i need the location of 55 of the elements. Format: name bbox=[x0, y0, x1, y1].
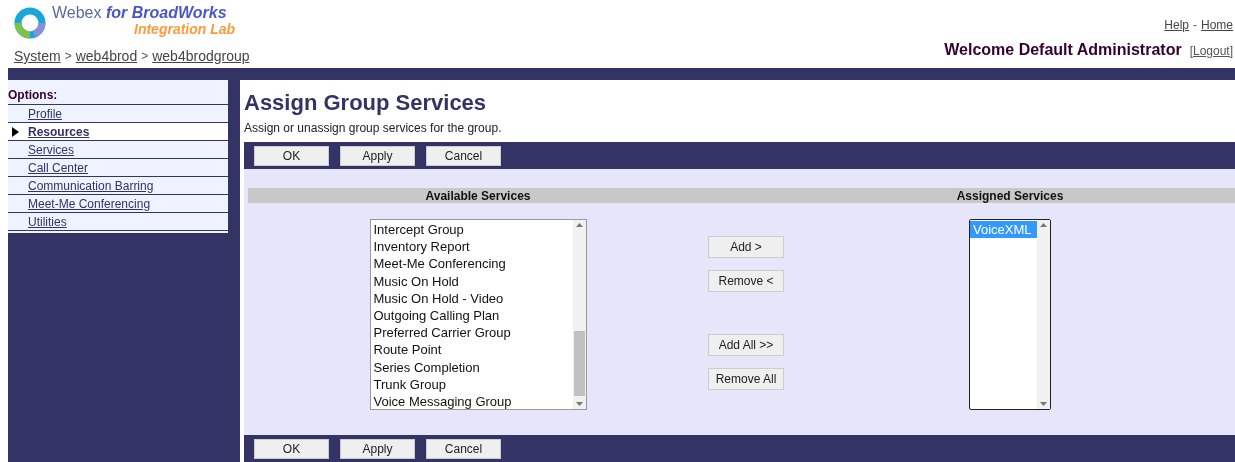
column-heading: Assigned Services bbox=[956, 188, 1064, 203]
action-button[interactable]: OK bbox=[254, 439, 329, 459]
scroll-up-icon[interactable] bbox=[1040, 223, 1047, 227]
action-button[interactable]: Apply bbox=[340, 439, 415, 459]
sidebar-link[interactable]: Call Center bbox=[28, 160, 89, 175]
page-description: Assign or unassign group services for the group. bbox=[244, 121, 503, 135]
move-button[interactable]: Remove < bbox=[708, 270, 784, 292]
welcome-text: Welcome Default Administrator bbox=[944, 41, 1182, 59]
brand-subtitle: Integration Lab bbox=[134, 21, 236, 38]
scroll-down-icon[interactable] bbox=[1040, 402, 1047, 406]
move-button[interactable]: Add > bbox=[708, 236, 784, 258]
sidebar-heading: Options: bbox=[8, 88, 228, 105]
breadcrumb-link[interactable]: web4brodgroup bbox=[152, 48, 250, 64]
list-option[interactable]: Trunk Group bbox=[370, 375, 573, 394]
action-button[interactable]: OK bbox=[254, 146, 329, 166]
sidebar-link[interactable]: Utilities bbox=[28, 214, 67, 229]
brand-name: Webex for BroadWorks bbox=[52, 4, 228, 21]
sidebar-link[interactable]: Profile bbox=[28, 106, 62, 121]
list-option[interactable]: Route Point bbox=[370, 341, 573, 359]
move-button[interactable]: Remove All bbox=[708, 368, 784, 390]
list-option[interactable]: Meet-Me Conferencing bbox=[370, 255, 573, 273]
list-option[interactable]: Preferred Carrier Group bbox=[370, 324, 573, 342]
scroll-down-icon[interactable] bbox=[575, 402, 583, 406]
page-title: Assign Group Services bbox=[244, 90, 488, 116]
logout-link[interactable]: [Logout] bbox=[1189, 44, 1233, 58]
list-option[interactable]: Series Completion bbox=[370, 358, 573, 376]
link-separator: - bbox=[1193, 18, 1197, 32]
list-option[interactable]: Intercept Group bbox=[370, 221, 573, 239]
header-link[interactable]: Home bbox=[1201, 18, 1233, 32]
header-link[interactable]: Help bbox=[1164, 18, 1189, 32]
list-box[interactable]: Intercept Group Inventory Report Meet-Me Conferencing Music On Hold Music On Hold - Video Outgoing Calling Plan Preferred Carrier Group Route Point Series Completion Trunk Group Voice Messaging Group bbox=[369, 219, 587, 410]
scrollbar[interactable] bbox=[1037, 220, 1050, 409]
breadcrumb-separator: > bbox=[64, 49, 72, 63]
list-option[interactable]: Music On Hold bbox=[370, 272, 573, 290]
list-option[interactable]: Voice Messaging Group bbox=[370, 393, 573, 411]
breadcrumb-separator: > bbox=[141, 49, 149, 63]
sidebar-link[interactable]: Communication Barring bbox=[28, 178, 154, 193]
breadcrumb-link[interactable]: System bbox=[14, 48, 61, 64]
list-option[interactable]: Inventory Report bbox=[370, 238, 573, 256]
action-button[interactable]: Apply bbox=[340, 146, 415, 166]
sidebar-link[interactable]: Resources bbox=[28, 124, 90, 139]
action-button[interactable]: Cancel bbox=[426, 146, 501, 166]
scrollbar-thumb[interactable] bbox=[573, 331, 585, 396]
logo-icon bbox=[14, 7, 46, 39]
scrollbar[interactable] bbox=[572, 220, 586, 409]
sidebar-link[interactable]: Services bbox=[28, 142, 74, 157]
sidebar-link[interactable]: Meet-Me Conferencing bbox=[28, 196, 151, 211]
column-heading: Available Services bbox=[425, 188, 531, 203]
list-option[interactable]: Outgoing Calling Plan bbox=[370, 307, 573, 325]
arrow-icon bbox=[12, 126, 19, 137]
action-button[interactable]: Cancel bbox=[426, 439, 501, 459]
scroll-up-icon[interactable] bbox=[575, 223, 583, 227]
breadcrumb-link[interactable]: web4brod bbox=[75, 48, 138, 64]
move-button[interactable]: Add All >> bbox=[708, 334, 784, 356]
list-option[interactable]: Music On Hold - Video bbox=[370, 289, 573, 307]
